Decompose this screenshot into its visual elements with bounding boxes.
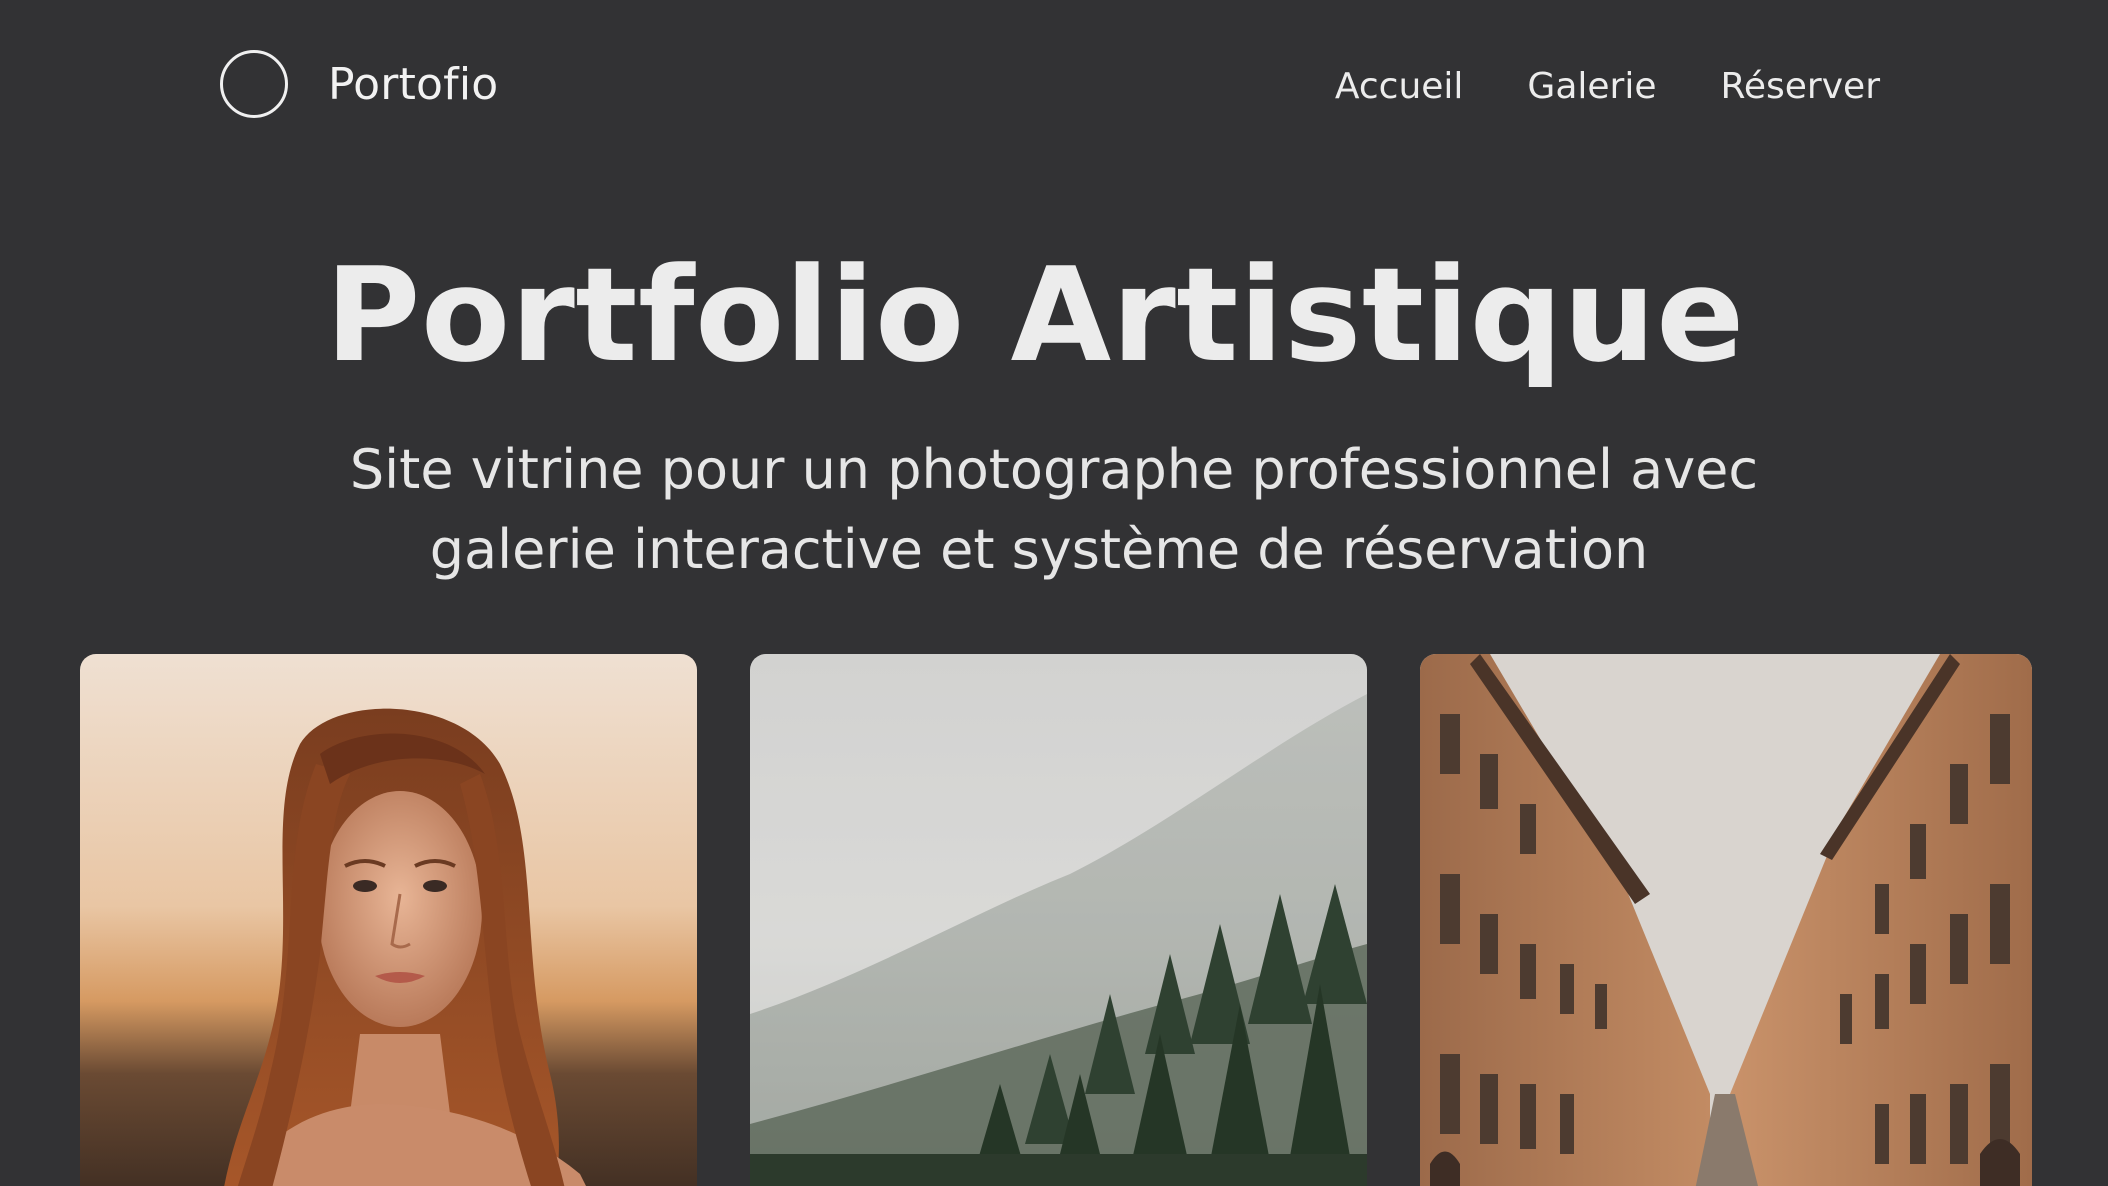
nav-link-accueil[interactable]: Accueil xyxy=(1335,66,1464,107)
hero-subtitle-line-1: Site vitrine pour un photographe profess… xyxy=(349,438,1759,501)
gallery-card-portrait[interactable] xyxy=(80,654,697,1186)
gallery-card-forest[interactable] xyxy=(750,654,1367,1186)
nav-link-reserver[interactable]: Réserver xyxy=(1720,66,1880,107)
logo-link[interactable]: Portofio xyxy=(220,50,498,118)
main-nav: Accueil Galerie Réserver xyxy=(1335,66,1880,107)
street-architecture-photo xyxy=(1420,654,2032,1186)
logo-text: Portofio xyxy=(328,58,499,110)
nav-link-galerie[interactable]: Galerie xyxy=(1527,66,1656,107)
portrait-photo xyxy=(80,654,697,1186)
circle-logo-icon xyxy=(220,50,288,118)
hero-subtitle-line-2: galerie interactive et système de réserv… xyxy=(429,518,1649,581)
hero-title: Portfolio Artistique xyxy=(325,239,1745,391)
hero-subtitle: Site vitrine pour un photographe profess… xyxy=(0,430,2108,590)
gallery-card-street[interactable] xyxy=(1420,654,2032,1186)
page: Portofio Accueil Galerie Réserver Portfo… xyxy=(0,0,2108,1186)
misty-forest-photo xyxy=(750,654,1367,1186)
site-header: Portofio Accueil Galerie Réserver xyxy=(0,0,2108,180)
gallery xyxy=(80,654,2032,1186)
